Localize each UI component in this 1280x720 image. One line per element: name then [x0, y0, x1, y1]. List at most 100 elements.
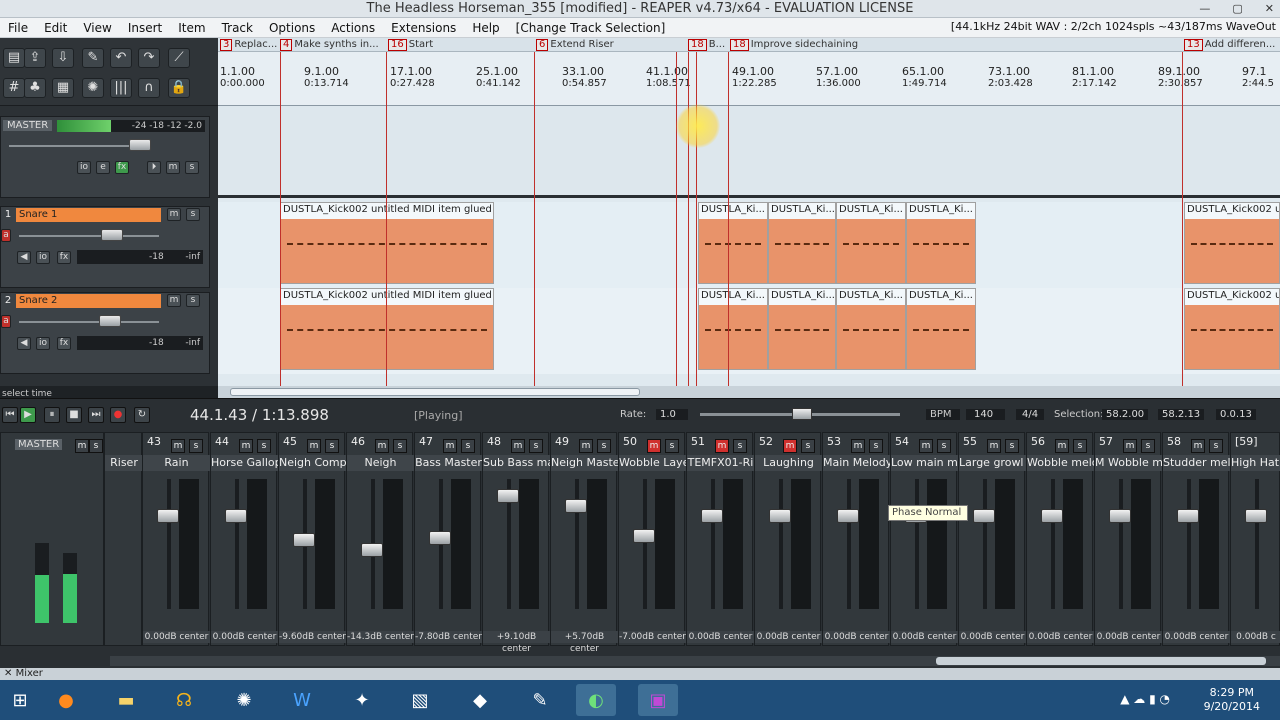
strip-volume-pan[interactable]: -9.60dB center [279, 631, 346, 643]
track-io-button[interactable]: io [36, 251, 50, 264]
strip-mute-button[interactable]: m [443, 439, 457, 453]
strip-volume-pan[interactable]: 0.00dB center [1095, 631, 1162, 643]
strip-volume-pan[interactable]: 0.00dB center [1027, 631, 1094, 643]
midi-item[interactable]: DUSTLA_Ki... [906, 288, 976, 370]
mixer-strip[interactable]: 57 m s M Wobble m 0.00dB center [1094, 432, 1162, 646]
strip-mute-button[interactable]: m [919, 439, 933, 453]
strip-volume-pan[interactable]: -7.80dB center [415, 631, 482, 643]
firefox-icon[interactable]: ● [46, 684, 86, 716]
strip-mute-button[interactable]: m [851, 439, 865, 453]
master-track[interactable]: MASTER -24 -18 -12 -2.0 io e fx ⏵ m s [0, 116, 210, 198]
mixer-strip[interactable]: 47 m s Bass Master -7.80dB center [414, 432, 482, 646]
record-arm-button[interactable]: a [1, 315, 11, 328]
master-mono-button[interactable]: ⏵ [147, 161, 161, 174]
midi-item[interactable]: DUSTLA_Ki... [768, 202, 836, 284]
strip-volume-pan[interactable]: +9.10dB center [483, 631, 550, 654]
word-icon[interactable]: W [282, 684, 322, 716]
menu-insert[interactable]: Insert [120, 21, 170, 35]
region-marker[interactable]: 18 Improve sidechaining [730, 39, 858, 51]
rate-value[interactable]: 1.0 [656, 409, 688, 420]
menu-extensions[interactable]: Extensions [383, 21, 464, 35]
scrollbar-thumb[interactable] [230, 388, 640, 396]
strip-volume-pan[interactable]: 0.00dB center [687, 631, 754, 643]
media-icon[interactable]: ▣ [638, 684, 678, 716]
strip-mute-button[interactable]: m [783, 439, 797, 453]
stop-icon[interactable]: ■ [66, 407, 82, 423]
strip-mute-button[interactable]: m [1123, 439, 1137, 453]
track-solo-button[interactable]: s [186, 294, 200, 307]
mixer-strip[interactable]: 54 ms Low main mel 0.00dB center [890, 432, 958, 646]
strip-fader[interactable] [497, 489, 519, 503]
strip-fader[interactable] [361, 543, 383, 557]
track-volume-fader[interactable] [101, 229, 123, 241]
mixer-strip[interactable]: 56 m s Wobble melo 0.00dB center [1026, 432, 1094, 646]
strip-fader[interactable] [1041, 509, 1063, 523]
strip-volume-pan[interactable]: +5.70dB center [551, 631, 618, 654]
strip-solo-button[interactable]: s [1005, 439, 1019, 453]
master-volume-fader[interactable] [129, 139, 151, 151]
strip-mute-button[interactable]: m [579, 439, 593, 453]
strip-volume-pan[interactable]: -14.3dB center [347, 631, 414, 643]
windows-start-icon[interactable]: ⊞ [0, 684, 40, 716]
star-app-icon[interactable]: ✦ [342, 684, 382, 716]
play-icon[interactable]: ▶ [20, 407, 36, 423]
menu-view[interactable]: View [75, 21, 119, 35]
strip-volume-pan[interactable]: 0.00dB center [755, 631, 822, 643]
mixer-strip[interactable]: 55 ms Large growl m 0.00dB center [958, 432, 1026, 646]
strip-mute-button[interactable]: m [307, 439, 321, 453]
midi-item[interactable]: DUSTLA_Ki... [698, 288, 768, 370]
strip-solo-button[interactable]: s [597, 439, 611, 453]
midi-item[interactable]: DUSTLA_Ki... [906, 202, 976, 284]
mixer-strip[interactable]: 51 m s TEMFX01-Ri 0.00dB center [686, 432, 754, 646]
midi-item[interactable]: DUSTLA_Kick002 untitled MIDI item glued [280, 288, 494, 370]
repeat-icon[interactable]: ↻ [134, 407, 150, 423]
clock[interactable]: 8:29 PM 9/20/2014 [1204, 686, 1260, 714]
record-arm-button[interactable]: a [1, 229, 11, 242]
strip-solo-button[interactable]: s [1073, 439, 1087, 453]
timeline-ruler[interactable]: 1.1.00 0:00.000 9.1.00 0:13.714 17.1.00 0:2… [218, 52, 1280, 106]
strip-volume-pan[interactable]: 0.00dB center [1163, 631, 1230, 643]
strip-solo-button[interactable]: s [1209, 439, 1223, 453]
mixer-strip[interactable]: 44 m s Horse Gallop 0.00dB center [210, 432, 278, 646]
master-strip[interactable]: MASTER m s [0, 432, 104, 646]
master-lane[interactable] [218, 106, 1280, 198]
close-icon[interactable]: ✕ [1265, 0, 1274, 18]
track-volume-fader[interactable] [99, 315, 121, 327]
track-phase-button[interactable]: ◀ [17, 251, 31, 264]
midi-item[interactable]: DUSTLA_Kick002 untitled MIDI item glued [280, 202, 494, 284]
master-io-button[interactable]: io [77, 161, 91, 174]
menu-options[interactable]: Options [261, 21, 323, 35]
mixer-strip[interactable]: 48 ms Sub Bass mas +9.10dB center [482, 432, 550, 654]
strip-mute-button[interactable]: m [1055, 439, 1069, 453]
strip-fader[interactable] [1177, 509, 1199, 523]
master-solo-button[interactable]: s [185, 161, 199, 174]
region-marker[interactable]: 3 Replac... [220, 39, 277, 51]
document-icon[interactable]: ▧ [400, 684, 440, 716]
envelope-lock-icon[interactable]: ✺ [82, 78, 104, 98]
minimize-icon[interactable]: — [1199, 0, 1210, 18]
ripple-icon[interactable]: ♣ [24, 78, 46, 98]
mixer-strip[interactable]: 45 m s Neigh Comp -9.60dB center [278, 432, 346, 646]
tool-icon[interactable]: ✎ [520, 684, 560, 716]
horizontal-scrollbar[interactable] [218, 386, 1280, 398]
strip-fader[interactable] [701, 509, 723, 523]
track-mute-button[interactable]: m [167, 208, 181, 221]
midi-item[interactable]: DUSTLA_Ki... [698, 202, 768, 284]
game-icon[interactable]: ◆ [460, 684, 500, 716]
snap-icon[interactable]: ▦ [52, 78, 74, 98]
go-to-end-icon[interactable]: ⏭ [88, 407, 104, 423]
region-marker[interactable]: 18 B... [688, 39, 725, 51]
master-mute-button[interactable]: m [166, 161, 180, 174]
master-env-button[interactable]: e [96, 161, 110, 174]
menu-actions[interactable]: Actions [323, 21, 383, 35]
file-explorer-icon[interactable]: ▬ [106, 684, 146, 716]
track-2[interactable]: 2 Snare 2 m s a ◀ io fx -18 -inf [0, 292, 210, 374]
mixer-strip[interactable]: 58 m s Studder melo 0.00dB center [1162, 432, 1230, 646]
strip-fader[interactable] [1245, 509, 1267, 523]
midi-item[interactable]: DUSTLA_Ki... [836, 288, 906, 370]
strip-solo-button[interactable]: s [733, 439, 747, 453]
strip-mute-button[interactable]: m [647, 439, 661, 453]
mixer-strip[interactable]: 43 m s Rain 0.00dB center [142, 432, 210, 646]
mixer-strip[interactable]: 50 m s Wobble Laye -7.00dB center [618, 432, 686, 646]
selection-start[interactable]: 58.2.00 [1102, 409, 1149, 420]
